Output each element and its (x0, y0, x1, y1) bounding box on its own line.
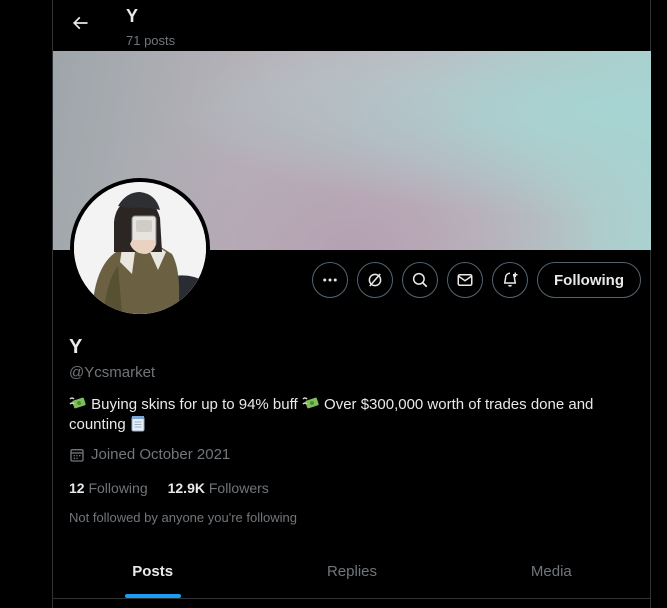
main-column: Y 71 posts Following Y @Ycsmarket Buying… (52, 0, 651, 608)
more-horizontal-icon (323, 278, 337, 282)
post-count: 71 posts (126, 33, 176, 48)
profile-actions: Following (312, 262, 641, 298)
display-name: Y (69, 336, 83, 358)
search-icon (412, 272, 428, 288)
mutuals-note: Not followed by anyone you're following (69, 510, 297, 525)
avatar-image (74, 182, 206, 314)
tab-media[interactable]: Media (452, 545, 651, 598)
profile-bio: Buying skins for up to 94% buff Over $30… (69, 395, 629, 435)
tab-posts[interactable]: Posts (53, 545, 252, 598)
money-with-wings-icon (302, 397, 319, 409)
profile-page: Y 71 posts Following Y @Ycsmarket Buying… (0, 0, 667, 608)
grok-button[interactable] (357, 262, 393, 298)
back-button[interactable] (65, 8, 95, 38)
money-with-wings-icon (69, 397, 86, 409)
joined-date: Joined October 2021 (69, 446, 230, 463)
followers-count-link[interactable]: 12.9K Followers (168, 480, 269, 496)
notepad-icon (131, 416, 145, 432)
joined-text: Joined October 2021 (91, 446, 231, 463)
bell-plus-icon (503, 272, 518, 287)
tab-posts-label: Posts (132, 563, 174, 580)
following-label: Following (88, 480, 148, 496)
active-tab-indicator (124, 594, 181, 598)
tab-replies[interactable]: Replies (252, 545, 451, 598)
calendar-icon (70, 448, 84, 462)
followers-label: Followers (208, 480, 269, 496)
arrow-left-icon (72, 16, 88, 30)
mail-icon (457, 274, 473, 286)
notifications-button[interactable] (492, 262, 528, 298)
profile-tabs: Posts Replies Media (53, 545, 651, 599)
profile-header-bar: Y 71 posts (53, 0, 652, 51)
follow-stats: 12 Following 12.9K Followers (69, 480, 289, 496)
search-button[interactable] (402, 262, 438, 298)
message-button[interactable] (447, 262, 483, 298)
grok-icon (368, 273, 382, 287)
more-button[interactable] (312, 262, 348, 298)
avatar[interactable] (70, 178, 210, 318)
following-count-link[interactable]: 12 Following (69, 480, 148, 496)
followers-count: 12.9K (167, 480, 205, 496)
following-button[interactable]: Following (537, 262, 641, 298)
following-count: 12 (69, 480, 85, 496)
tab-media-label: Media (530, 563, 572, 580)
username-handle: @Ycsmarket (69, 364, 156, 381)
tab-replies-label: Replies (326, 563, 377, 580)
bio-text-1: Buying skins for up to 94% buff (91, 396, 298, 413)
header-title: Y (126, 6, 139, 26)
